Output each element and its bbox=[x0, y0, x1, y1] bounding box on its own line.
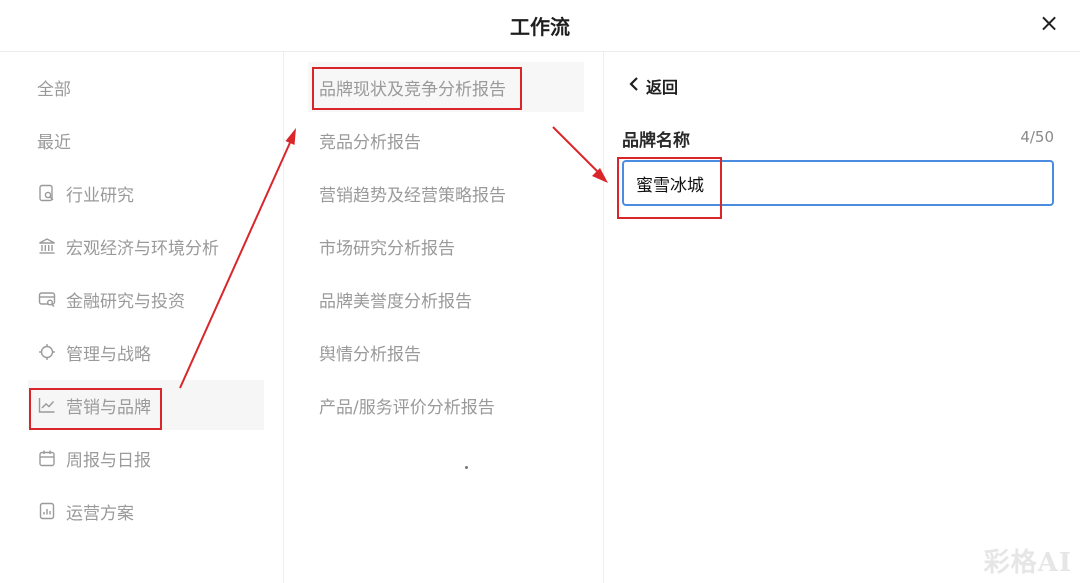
template-item[interactable]: 品牌现状及竞争分析报告 bbox=[308, 62, 584, 112]
template-item[interactable]: 市场研究分析报告 bbox=[308, 221, 584, 271]
category-label: 宏观经济与环境分析 bbox=[66, 238, 219, 259]
loading-dot bbox=[465, 466, 468, 469]
target-icon bbox=[37, 342, 57, 362]
category-management-strategy[interactable]: 管理与战略 bbox=[28, 327, 264, 377]
dialog-header: 工作流 × bbox=[0, 0, 1080, 52]
category-finance-investment[interactable]: 金融研究与投资 bbox=[28, 274, 264, 324]
template-list: 品牌现状及竞争分析报告 竞品分析报告 营销趋势及经营策略报告 市场研究分析报告 … bbox=[284, 52, 604, 583]
category-label: 运营方案 bbox=[66, 503, 134, 524]
category-all[interactable]: 全部 bbox=[28, 62, 264, 112]
template-item[interactable]: 舆情分析报告 bbox=[308, 327, 584, 377]
card-search-icon bbox=[37, 289, 57, 309]
chevron-left-icon bbox=[628, 76, 640, 97]
watermark-text: 彩格AI bbox=[983, 548, 1072, 578]
category-label: 行业研究 bbox=[66, 185, 134, 206]
category-label: 营销与品牌 bbox=[66, 397, 151, 418]
brand-name-input[interactable] bbox=[622, 160, 1054, 206]
report-icon bbox=[37, 501, 57, 521]
category-label: 最近 bbox=[37, 132, 71, 153]
form-panel: 返回 品牌名称 4/50 bbox=[604, 52, 1080, 583]
template-item[interactable]: 营销趋势及经营策略报告 bbox=[308, 168, 584, 218]
category-label: 周报与日报 bbox=[66, 450, 151, 471]
calendar-icon bbox=[37, 448, 57, 468]
back-label: 返回 bbox=[646, 78, 679, 97]
template-item[interactable]: 竞品分析报告 bbox=[308, 115, 584, 165]
category-label: 全部 bbox=[37, 79, 71, 100]
close-icon[interactable]: × bbox=[1038, 11, 1060, 35]
category-label: 管理与战略 bbox=[66, 344, 151, 365]
brand-name-label: 品牌名称 bbox=[622, 131, 690, 151]
category-label: 金融研究与投资 bbox=[66, 291, 185, 312]
dialog-title: 工作流 bbox=[510, 15, 570, 39]
category-macro-economy[interactable]: 宏观经济与环境分析 bbox=[28, 221, 264, 271]
trend-chart-icon bbox=[37, 395, 57, 415]
category-recent[interactable]: 最近 bbox=[28, 115, 264, 165]
template-item[interactable]: 品牌美誉度分析报告 bbox=[308, 274, 584, 324]
bank-icon bbox=[37, 236, 57, 256]
back-button[interactable]: 返回 bbox=[628, 74, 678, 98]
category-operation-plan[interactable]: 运营方案 bbox=[28, 486, 264, 536]
category-industry-research[interactable]: 行业研究 bbox=[28, 168, 264, 218]
template-item[interactable]: 产品/服务评价分析报告 bbox=[308, 380, 584, 430]
char-counter: 4/50 bbox=[1020, 128, 1054, 146]
category-weekly-daily[interactable]: 周报与日报 bbox=[28, 433, 264, 483]
category-sidebar: 全部 最近 行业研究 宏观经济与环境分析 金融研究与投资 管理与战略 营销与品牌 bbox=[0, 52, 284, 583]
category-marketing-brand[interactable]: 营销与品牌 bbox=[28, 380, 264, 430]
document-search-icon bbox=[37, 183, 57, 203]
